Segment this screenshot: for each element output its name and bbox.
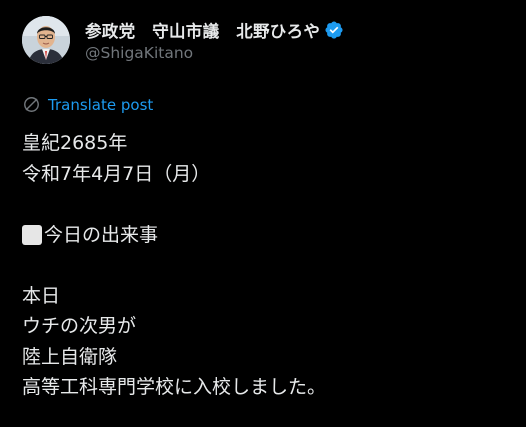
post-card: 参政党 守山市議 北野ひろや @ShigaKitano Translate po… (0, 0, 526, 427)
post-line-date-reiwa: 令和7年4月7日（月） (22, 162, 211, 185)
author-display-name[interactable]: 参政党 守山市議 北野ひろや (85, 18, 320, 42)
post-line-gsdf: 陸上自衛隊 (22, 345, 118, 368)
post-line-school: 高等工科専門学校に入校しました。 (22, 376, 327, 398)
name-row: 参政党 守山市議 北野ひろや (85, 17, 344, 43)
post-line-today: 本日 (22, 284, 61, 307)
translate-post-label: Translate post (48, 95, 154, 114)
section-heading: 今日の出来事 (44, 223, 159, 246)
post-line-date-koki: 皇紀2685年 (22, 132, 128, 154)
verified-badge-icon[interactable] (324, 20, 344, 40)
post-text: 皇紀2685年 令和7年4月7日（月） 今日の出来事 本日 ウチの次男が 陸上自… (22, 128, 512, 403)
author-info: 参政党 守山市議 北野ひろや @ShigaKitano (85, 16, 344, 62)
author-handle[interactable]: @ShigaKitano (85, 44, 344, 62)
translate-post-button[interactable]: Translate post (22, 95, 153, 114)
avatar-image (22, 16, 70, 64)
post-header: 参政党 守山市議 北野ひろや @ShigaKitano (22, 16, 344, 72)
post-line-section: 今日の出来事 (22, 220, 512, 251)
post-line-son: ウチの次男が (22, 315, 137, 337)
translate-icon (22, 95, 41, 114)
white-square-emoji-icon (22, 224, 42, 245)
avatar[interactable] (22, 16, 70, 64)
